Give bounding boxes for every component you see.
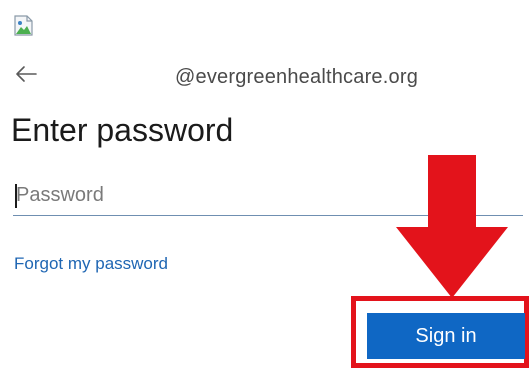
text-caret bbox=[15, 184, 17, 208]
back-arrow-icon[interactable] bbox=[14, 64, 38, 84]
page-title: Enter password bbox=[11, 112, 234, 148]
forgot-password-link[interactable]: Forgot my password bbox=[14, 254, 168, 274]
broken-image-icon bbox=[14, 15, 33, 36]
account-email: @evergreenhealthcare.org bbox=[175, 66, 419, 88]
signin-page: @evergreenhealthcare.org Enter password … bbox=[0, 0, 532, 373]
signin-button[interactable]: Sign in bbox=[367, 313, 525, 359]
red-down-arrow-icon bbox=[396, 155, 508, 298]
